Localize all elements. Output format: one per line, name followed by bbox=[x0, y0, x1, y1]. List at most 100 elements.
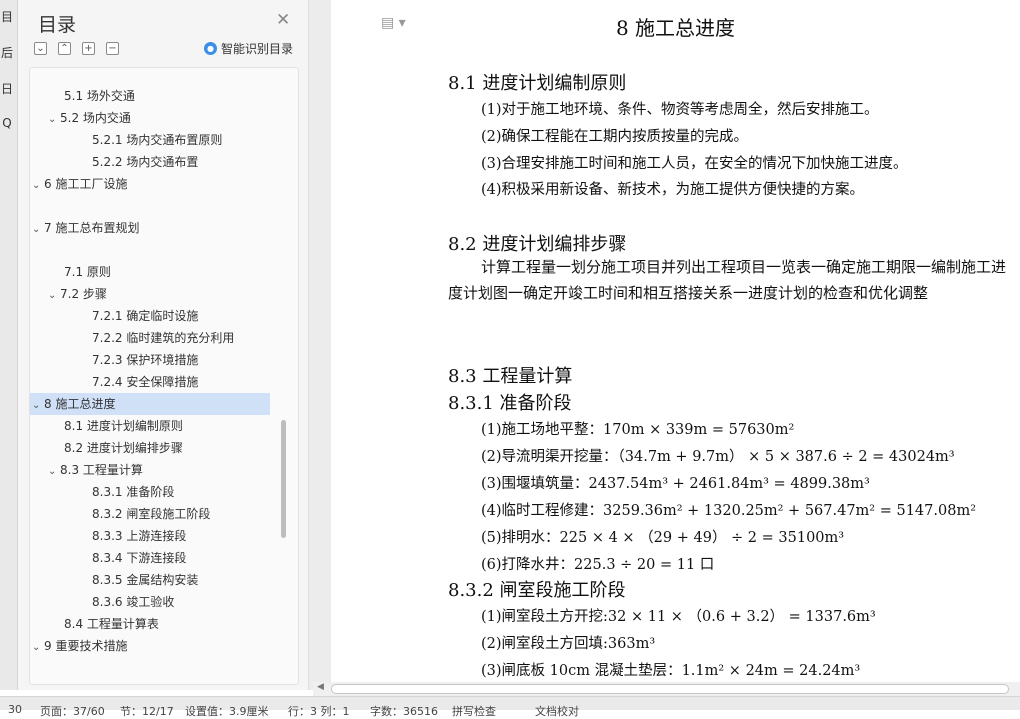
toc-item[interactable]: 8.3.2 闸室段施工阶段 bbox=[30, 503, 270, 525]
toc-item[interactable]: 8.3.4 下游连接段 bbox=[30, 547, 270, 569]
status-item: 页面：37/60 bbox=[40, 705, 105, 718]
toc-item-label: 8.3.6 竣工验收 bbox=[92, 595, 175, 609]
toc-item[interactable]: 8.3.3 上游连接段 bbox=[30, 525, 270, 547]
document-page: ▤ ▾ 8 施工总进度 8.1 进度计划编制原则 (1)对于施工地环境、条件、物… bbox=[331, 0, 1020, 680]
toc-item-label: 7.1 原则 bbox=[64, 265, 111, 279]
toc-list: 5.1 场外交通 ⌄ 5.2 场内交通 5.2.1 场内交通布置原则 5.2.2 场内交… bbox=[29, 67, 299, 685]
toc-item-label: 8.3.1 准备阶段 bbox=[92, 485, 175, 499]
toc-title: 目录 bbox=[38, 14, 77, 36]
pane-gutter bbox=[309, 0, 331, 690]
status-item: 节：12/17 bbox=[120, 705, 174, 718]
toc-item[interactable]: 5.2.2 场内交通布置 bbox=[30, 151, 270, 173]
toc-item-label: 7.2.1 确定临时设施 bbox=[92, 309, 199, 323]
heading-8-2: 8.2 进度计划编排步骤 bbox=[448, 234, 627, 255]
list-item: (3)围堰填筑量：2437.54m³ + 2461.84m³ = 4899.38… bbox=[481, 476, 870, 492]
smart-icon: ● bbox=[204, 42, 217, 55]
chevron-down-icon[interactable]: ⌄ bbox=[48, 109, 60, 131]
chevron-down-icon[interactable]: ⌄ bbox=[48, 285, 60, 307]
add-heading-icon[interactable]: + bbox=[82, 42, 95, 55]
nav-tab-log[interactable]: 日 bbox=[0, 80, 14, 97]
scroll-left-icon[interactable]: ◀ bbox=[317, 682, 324, 692]
left-icon-strip: 目 后 日 Q bbox=[0, 0, 18, 690]
chevron-down-icon[interactable]: ⌄ bbox=[32, 219, 44, 241]
status-bar: 30 页面：37/60 节：12/17 设置值：3.9厘米 行：3 列：1 字数：3651… bbox=[0, 696, 1020, 718]
list-item: (1)闸室段土方开挖:32 × 11 × （0.6 + 3.2） = 1337.… bbox=[481, 609, 876, 625]
toc-item[interactable]: 8.3.6 竣工验收 bbox=[30, 591, 270, 613]
toc-item[interactable]: ⌄ 7.2 步骤 bbox=[30, 283, 270, 305]
heading-8-1: 8.1 进度计划编制原则 bbox=[448, 73, 627, 94]
toc-item[interactable]: ⌄ 8 施工总进度 bbox=[30, 393, 270, 415]
toc-item-label: 8.2 进度计划编排步骤 bbox=[64, 441, 183, 455]
list-item: (6)打降水井：225.3 ÷ 20 = 11 口 bbox=[481, 557, 715, 573]
nav-tab-toc[interactable]: 目 bbox=[0, 8, 14, 25]
horizontal-scrollbar[interactable]: ◀ bbox=[313, 682, 1020, 696]
toc-item[interactable]: 7.1 原则 bbox=[30, 261, 270, 283]
toc-item[interactable]: 8.3.1 准备阶段 bbox=[30, 481, 270, 503]
toc-item[interactable]: 5.2.1 场内交通布置原则 bbox=[30, 129, 270, 151]
list-item: (3)合理安排施工时间和施工人员，在安全的情况下加快施工进度。 bbox=[481, 156, 908, 172]
toc-toolbar: ⌄ ⌃ + − bbox=[34, 42, 119, 55]
expand-up-icon[interactable]: ⌃ bbox=[58, 42, 71, 55]
toc-item-label: 7.2.2 临时建筑的充分利用 bbox=[92, 331, 235, 345]
toc-item-label: 5.2.1 场内交通布置原则 bbox=[92, 133, 223, 147]
list-item: (1)施工场地平整：170m × 339m = 57630m² bbox=[481, 422, 795, 438]
chevron-down-icon[interactable]: ⌄ bbox=[32, 175, 44, 197]
list-item: (2)导流明渠开挖量：（34.7m + 9.7m） × 5 × 387.6 ÷ … bbox=[481, 449, 955, 465]
toc-item[interactable]: ⌄ 5.2 场内交通 bbox=[30, 107, 270, 129]
toc-item-label: 9 重要技术措施 bbox=[44, 639, 128, 653]
nav-tab-back[interactable]: 后 bbox=[0, 44, 14, 61]
toc-item[interactable]: 8.3.5 金属结构安装 bbox=[30, 569, 270, 591]
doc-title: 8 施工总进度 bbox=[615, 16, 736, 40]
list-item: (1)对于施工地环境、条件、物资等考虑周全，然后安排施工。 bbox=[481, 102, 879, 118]
toc-item-label: 6 施工工厂设施 bbox=[44, 177, 128, 191]
heading-8-3: 8.3 工程量计算 bbox=[448, 366, 573, 387]
paragraph: 计算工程量一划分施工项目并列出工程项目一览表一确定施工期限一编制施工进度计划图一… bbox=[448, 258, 1007, 302]
list-item: (3)闸底板 10cm 混凝土垫层：1.1m² × 24m = 24.24m³ bbox=[481, 663, 861, 679]
scrollbar-thumb[interactable] bbox=[331, 684, 1009, 694]
collapse-all-icon[interactable]: ⌄ bbox=[34, 42, 47, 55]
toc-scrollbar[interactable] bbox=[281, 420, 286, 538]
remove-heading-icon[interactable]: − bbox=[106, 42, 119, 55]
chevron-down-icon[interactable]: ⌄ bbox=[32, 637, 44, 659]
toc-item[interactable]: ⌄ 9 重要技术措施 bbox=[30, 635, 270, 657]
toc-item-label: 7.2.3 保护环境措施 bbox=[92, 353, 199, 367]
list-item: (4)积极采用新设备、新技术，为施工提供方便快捷的方案。 bbox=[481, 182, 865, 198]
status-item: 设置值：3.9厘米 bbox=[185, 705, 269, 718]
status-item[interactable]: 文档校对 bbox=[535, 703, 579, 719]
toc-item[interactable]: 8.2 进度计划编排步骤 bbox=[30, 437, 270, 459]
toc-item[interactable]: 7.2.2 临时建筑的充分利用 bbox=[30, 327, 270, 349]
toc-item[interactable]: 5.1 场外交通 bbox=[30, 85, 270, 107]
status-item[interactable]: 拼写检查 bbox=[452, 703, 496, 719]
toc-item-label: 8.1 进度计划编制原则 bbox=[64, 419, 183, 433]
toc-item[interactable]: 7.2.4 安全保障措施 bbox=[30, 371, 270, 393]
smart-toc-label: 智能识别目录 bbox=[221, 42, 294, 56]
toc-item-label: 8 施工总进度 bbox=[44, 397, 116, 411]
toc-item[interactable]: 8.1 进度计划编制原则 bbox=[30, 415, 270, 437]
list-item: (2)闸室段土方回填:363m³ bbox=[481, 636, 656, 652]
chevron-down-icon[interactable]: ⌄ bbox=[48, 461, 60, 483]
close-icon[interactable]: ✕ bbox=[276, 10, 290, 30]
toc-item-label: 8.3.4 下游连接段 bbox=[92, 551, 187, 565]
toc-item-label: 5.1 场外交通 bbox=[64, 89, 135, 103]
toc-item[interactable]: 7.2.1 确定临时设施 bbox=[30, 305, 270, 327]
heading-8-3-2: 8.3.2 闸室段施工阶段 bbox=[448, 580, 626, 601]
toc-item-label: 8.3.5 金属结构安装 bbox=[92, 573, 199, 587]
smart-toc-button[interactable]: ● 智能识别目录 bbox=[204, 40, 293, 57]
toc-item-label: 8.3.3 上游连接段 bbox=[92, 529, 187, 543]
list-item: (4)临时工程修建：3259.36m² + 1320.25m² + 567.47… bbox=[481, 503, 977, 519]
toc-item[interactable]: ⌄ 6 施工工厂设施 bbox=[30, 173, 270, 195]
toc-item-label: 8.4 工程量计算表 bbox=[64, 617, 159, 631]
toc-item[interactable]: ⌄ 8.3 工程量计算 bbox=[30, 459, 270, 481]
toc-item[interactable]: ⌄ 7 施工总布置规划 bbox=[30, 217, 270, 239]
toc-item-label: 7.2 步骤 bbox=[60, 287, 107, 301]
toc-item-label: 8.3.2 闸室段施工阶段 bbox=[92, 507, 211, 521]
list-item: (2)确保工程能在工期内按质按量的完成。 bbox=[481, 129, 749, 145]
list-item: (5)排明水：225 × 4 × （29 + 49） ÷ 2 = 35100m³ bbox=[481, 530, 845, 546]
chevron-down-icon[interactable]: ⌄ bbox=[32, 395, 44, 417]
toc-item[interactable]: 8.4 工程量计算表 bbox=[30, 613, 270, 635]
toc-item[interactable]: 7.2.3 保护环境措施 bbox=[30, 349, 270, 371]
toc-panel: 目录 ✕ ⌄ ⌃ + − ● 智能识别目录 5.1 场外交通 ⌄ 5.2 场内交通 5… bbox=[18, 0, 309, 690]
status-item: 行：3 列：1 bbox=[288, 705, 350, 718]
toc-item-label: 5.2.2 场内交通布置 bbox=[92, 155, 199, 169]
search-icon[interactable]: Q bbox=[0, 116, 14, 130]
